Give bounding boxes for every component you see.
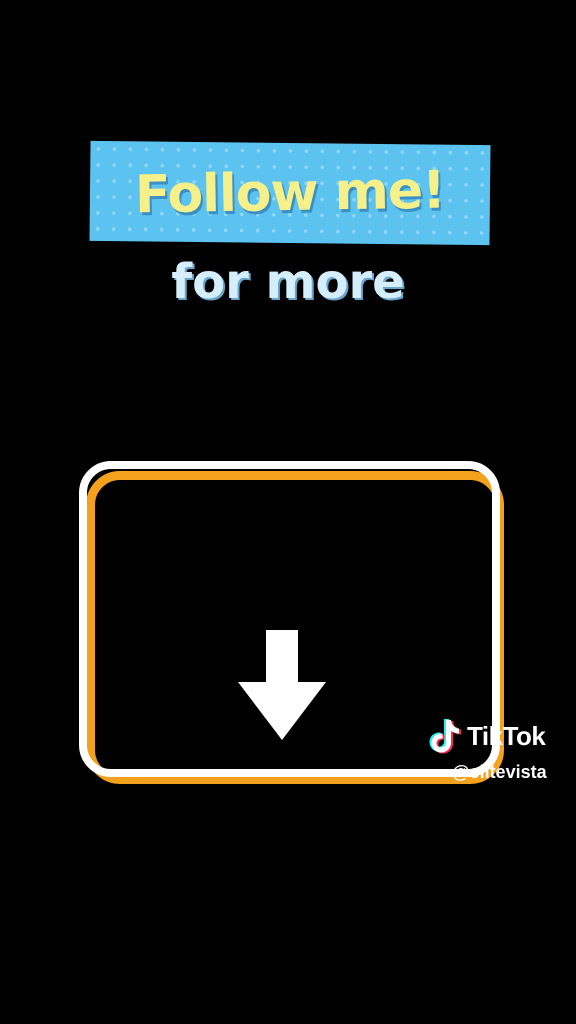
tiktok-brand-text: TikTok [467,720,546,751]
tiktok-watermark: TikTok [427,716,546,756]
down-arrow-icon [238,630,326,740]
follow-me-banner: Follow me! [89,140,491,246]
creator-handle: @elitevista [452,762,547,782]
banner-title: Follow me! [134,160,446,226]
tiktok-logo-icon [429,719,461,754]
subtitle-text: for more [171,254,405,310]
